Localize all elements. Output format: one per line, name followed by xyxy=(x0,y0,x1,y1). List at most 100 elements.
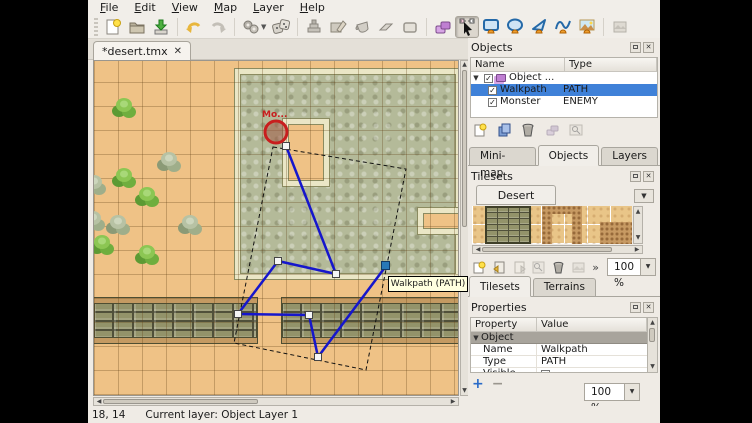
stamp-dropdown-arrow[interactable]: ▼ xyxy=(261,23,269,31)
export-tileset-button[interactable] xyxy=(511,258,527,276)
float-panel-icon[interactable] xyxy=(630,302,641,313)
property-row-visible[interactable]: Visible ✓ xyxy=(471,368,647,373)
scroll-right-icon[interactable]: ▶ xyxy=(449,398,457,406)
float-panel-icon[interactable] xyxy=(630,171,641,182)
properties-col-value[interactable]: Value xyxy=(537,318,647,331)
object-row-walkpath[interactable]: ✓ Walkpath PATH xyxy=(471,84,657,96)
path-node-hovered[interactable] xyxy=(382,262,390,270)
add-object-button[interactable] xyxy=(470,121,490,139)
insert-polygon-tool-button[interactable] xyxy=(527,16,551,38)
stamp-tool-button[interactable] xyxy=(302,16,326,38)
tab-objects[interactable]: Objects xyxy=(538,145,600,166)
scroll-left-icon[interactable]: ◀ xyxy=(95,398,103,406)
stamp-brush-button[interactable] xyxy=(239,16,263,38)
undo-button[interactable] xyxy=(182,16,206,38)
menu-view[interactable]: View xyxy=(164,0,206,16)
layer-visible-checkbox[interactable]: ✓ xyxy=(484,74,493,83)
scroll-down-icon[interactable]: ▼ xyxy=(648,363,657,371)
tileset-zoom-combo[interactable]: 100 % ▼ xyxy=(607,258,656,276)
remove-property-button[interactable]: − xyxy=(492,376,504,392)
object-layer-row[interactable]: ▼ ✓ Object ... xyxy=(471,72,657,84)
remove-tileset-button[interactable] xyxy=(551,258,567,276)
scrollbar-thumb[interactable] xyxy=(103,399,258,404)
save-map-button[interactable] xyxy=(149,16,173,38)
monster-object-circle[interactable] xyxy=(265,121,287,143)
menu-help[interactable]: Help xyxy=(292,0,333,16)
close-panel-icon[interactable]: ✕ xyxy=(643,171,654,182)
menu-map[interactable]: Map xyxy=(206,0,245,16)
property-row-name[interactable]: Name Walkpath xyxy=(471,344,647,356)
scroll-up-icon[interactable]: ▲ xyxy=(461,61,468,69)
path-node[interactable] xyxy=(306,312,313,319)
close-panel-icon[interactable]: ✕ xyxy=(643,302,654,313)
tileset-vertical-scrollbar[interactable]: ▲ ▼ xyxy=(633,206,643,244)
document-tab[interactable]: *desert.tmx ✕ xyxy=(93,41,191,60)
scroll-down-icon[interactable]: ▼ xyxy=(461,387,468,395)
path-node[interactable] xyxy=(235,311,242,318)
object-visible-checkbox[interactable]: ✓ xyxy=(488,98,497,107)
menu-layer[interactable]: Layer xyxy=(245,0,292,16)
select-object-tool-button[interactable] xyxy=(455,16,479,38)
path-node[interactable] xyxy=(333,271,340,278)
close-tab-icon[interactable]: ✕ xyxy=(174,46,182,57)
object-visible-checkbox[interactable]: ✓ xyxy=(488,86,497,95)
tileset-horizontal-scrollbar[interactable]: ◀ ▶ xyxy=(472,245,643,254)
path-node[interactable] xyxy=(283,143,290,150)
terrain-tool-button[interactable] xyxy=(326,16,350,38)
insert-rectangle-tool-button[interactable] xyxy=(479,16,503,38)
combo-dropdown-icon[interactable]: ▼ xyxy=(624,384,639,400)
objects-col-type[interactable]: Type xyxy=(565,58,657,71)
tab-terrains[interactable]: Terrains xyxy=(533,278,596,296)
scrollbar-thumb[interactable] xyxy=(482,247,612,252)
map-zoom-combo[interactable]: 100 % ▼ xyxy=(584,383,640,401)
expander-icon[interactable]: ▼ xyxy=(471,72,481,84)
properties-col-property[interactable]: Property xyxy=(471,318,537,331)
scroll-right-icon[interactable]: ▶ xyxy=(633,246,641,254)
scrollbar-thumb[interactable] xyxy=(462,70,467,227)
combo-dropdown-icon[interactable]: ▼ xyxy=(640,259,655,275)
object-layer-button[interactable] xyxy=(431,16,455,38)
scrollbar-thumb[interactable] xyxy=(649,328,655,342)
edit-terrain-button[interactable] xyxy=(571,258,587,276)
add-property-button[interactable]: + xyxy=(472,376,484,392)
close-panel-icon[interactable]: ✕ xyxy=(643,42,654,53)
properties-scrollbar[interactable]: ▲ ▼ xyxy=(647,318,657,372)
move-object-button[interactable] xyxy=(542,121,562,139)
scroll-down-icon[interactable]: ▼ xyxy=(634,234,642,242)
tileset-dropdown-icon[interactable]: ▼ xyxy=(634,189,654,203)
insert-polyline-tool-button[interactable] xyxy=(551,16,575,38)
bucket-fill-button[interactable] xyxy=(350,16,374,38)
insert-ellipse-tool-button[interactable] xyxy=(503,16,527,38)
menu-file[interactable]: File xyxy=(92,0,126,16)
tab-layers[interactable]: Layers xyxy=(601,147,658,165)
scroll-up-icon[interactable]: ▲ xyxy=(634,208,642,216)
map-canvas[interactable]: Mo... xyxy=(93,60,459,396)
redo-button[interactable] xyxy=(206,16,230,38)
random-dice-button[interactable] xyxy=(269,16,293,38)
property-row-type[interactable]: Type PATH xyxy=(471,356,647,368)
tab-mini-map[interactable]: Mini-map xyxy=(469,147,536,165)
new-map-button[interactable] xyxy=(101,16,125,38)
path-node[interactable] xyxy=(275,258,282,265)
insert-tile-tool-button[interactable] xyxy=(575,16,599,38)
objects-col-name[interactable]: Name xyxy=(471,58,565,71)
goto-object-button[interactable] xyxy=(566,121,586,139)
duplicate-object-button[interactable] xyxy=(494,121,514,139)
selection-bounds[interactable] xyxy=(234,147,406,370)
tab-tilesets[interactable]: Tilesets xyxy=(469,276,531,297)
property-group-object[interactable]: ▼ Object xyxy=(471,332,647,344)
map-horizontal-scrollbar[interactable]: ◀ ▶ xyxy=(93,397,459,406)
tileset-properties-button[interactable] xyxy=(531,258,547,276)
rect-select-button[interactable] xyxy=(398,16,422,38)
scroll-up-icon[interactable]: ▲ xyxy=(648,319,657,327)
scroll-left-icon[interactable]: ◀ xyxy=(474,246,482,254)
import-tileset-button[interactable] xyxy=(492,258,508,276)
toolbar-overflow-icon[interactable]: » xyxy=(592,261,599,274)
visible-checkbox[interactable]: ✓ xyxy=(541,370,550,374)
new-tileset-button[interactable] xyxy=(472,258,488,276)
expander-icon[interactable]: ▼ xyxy=(471,332,481,344)
path-node[interactable] xyxy=(315,354,322,361)
open-map-button[interactable] xyxy=(125,16,149,38)
tileset-tab-desert[interactable]: Desert xyxy=(476,185,556,205)
tileset-image[interactable] xyxy=(472,206,632,244)
